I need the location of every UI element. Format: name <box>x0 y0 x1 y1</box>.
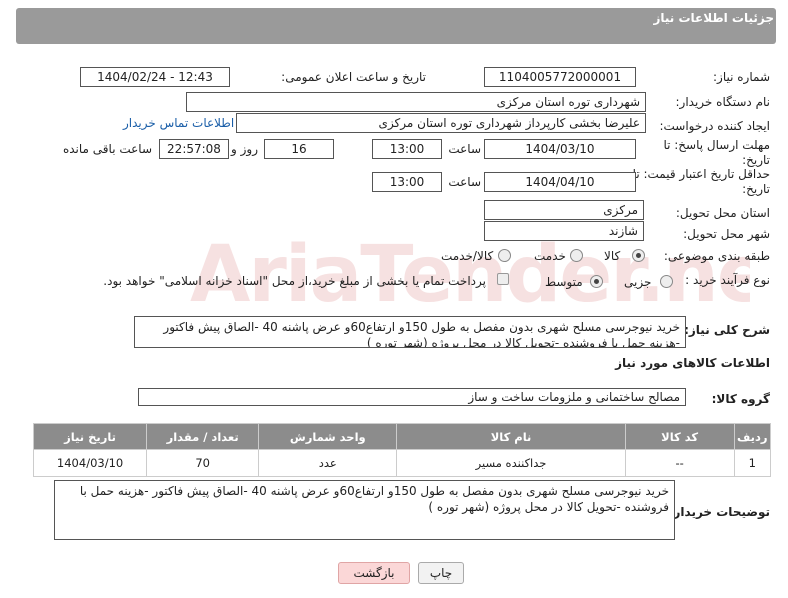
page-title: جزئیات اطلاعات نیاز <box>653 11 774 25</box>
cell-goods-code: -- <box>624 449 735 477</box>
buyer-org-field[interactable]: شهرداری توره استان مرکزی <box>186 92 646 112</box>
print-button[interactable]: چاپ <box>418 562 464 584</box>
goods-group-field[interactable]: مصالح ساختمانی و ملزومات ساخت و ساز <box>138 388 686 406</box>
buyer-org-label: نام دستگاه خریدار: <box>675 95 771 109</box>
city-field[interactable]: شازند <box>484 221 644 241</box>
treasury-payment-note: پرداخت تمام یا بخشی از مبلغ خرید،از محل … <box>103 274 486 288</box>
price-validity-date-field[interactable]: 1404/04/10 <box>484 172 636 192</box>
category-goods-text: کالا <box>604 249 621 263</box>
days-remaining-field[interactable]: 16 <box>264 139 334 159</box>
buyer-notes-label: توضیحات خریدار: <box>668 505 770 519</box>
deadline-label: مهلت ارسال پاسخ: تا تاریخ: <box>663 138 770 167</box>
price-validity-time-label: ساعت <box>448 175 481 189</box>
category-goods-service-radio[interactable] <box>498 249 511 262</box>
province-field[interactable]: مرکزی <box>484 200 644 220</box>
column-header-need-date: تاریخ نیاز <box>32 423 148 450</box>
process-medium-text: متوسط <box>545 275 583 289</box>
goods-section-title: اطلاعات کالاهای مورد نیاز <box>615 356 770 370</box>
price-validity-time-field[interactable]: 13:00 <box>372 172 442 192</box>
treasury-payment-checkbox[interactable] <box>497 273 509 285</box>
process-partial-radio[interactable] <box>660 275 673 288</box>
need-number-field[interactable]: 1104005772000001 <box>484 67 636 87</box>
time-remaining-label: ساعت باقی مانده <box>62 142 152 156</box>
column-header-row-number: ردیف <box>733 423 772 450</box>
description-label: شرح کلی نیاز: <box>684 323 770 337</box>
category-goods-service-text: کالا/خدمت <box>441 249 494 263</box>
need-number-label: شماره نیاز: <box>713 70 770 84</box>
announce-label: تاریخ و ساعت اعلان عمومی: <box>281 70 426 84</box>
cell-need-date: 1404/03/10 <box>32 449 148 477</box>
table-row[interactable]: 1 -- جداکننده مسیر عدد 70 1404/03/10 <box>32 449 772 477</box>
process-partial-text: جزیی <box>624 275 652 289</box>
cell-goods-name: جداکننده مسیر <box>396 449 626 477</box>
column-header-goods-name: نام کالا <box>396 423 626 450</box>
goods-group-label: گروه کالا: <box>711 392 770 406</box>
description-textarea[interactable]: خرید نیوجرسی مسلح شهری بدون مفصل به طول … <box>134 316 686 348</box>
requester-field[interactable]: علیرضا بخشی کارپرداز شهرداری توره استان … <box>236 113 646 133</box>
deadline-time-field[interactable]: 13:00 <box>372 139 442 159</box>
column-header-goods-code: کد کالا <box>624 423 735 450</box>
price-validity-label: حداقل تاریخ اعتبار قیمت: تا تاریخ: <box>632 167 770 196</box>
cell-row-number: 1 <box>733 449 772 477</box>
category-service-radio[interactable] <box>570 249 583 262</box>
buyer-notes-textarea[interactable]: خرید نیوجرسی مسلح شهری بدون مفصل به طول … <box>54 480 675 540</box>
column-header-quantity: تعداد / مقدار <box>146 423 260 450</box>
time-remaining-field[interactable]: 22:57:08 <box>159 139 229 159</box>
requester-label: ایجاد کننده درخواست: <box>659 119 770 133</box>
cell-unit: عدد <box>258 449 398 477</box>
category-service-text: خدمت <box>534 249 566 263</box>
category-goods-radio[interactable] <box>632 249 645 262</box>
process-medium-radio[interactable] <box>590 275 603 288</box>
deadline-time-label: ساعت <box>448 142 481 156</box>
back-button[interactable]: بازگشت <box>338 562 410 584</box>
deadline-date-field[interactable]: 1404/03/10 <box>484 139 636 159</box>
category-label: طبقه بندی موضوعی: <box>663 249 770 263</box>
announce-field[interactable]: 1404/02/24 - 12:43 <box>80 67 230 87</box>
goods-table: ردیف کد کالا نام کالا واحد شمارش تعداد /… <box>32 423 772 477</box>
days-label: روز و <box>231 142 258 156</box>
goods-table-header-row: ردیف کد کالا نام کالا واحد شمارش تعداد /… <box>32 423 772 450</box>
column-header-unit: واحد شمارش <box>258 423 398 450</box>
contact-info-link[interactable]: اطلاعات تماس خریدار <box>123 116 234 130</box>
city-label: شهر محل تحویل: <box>683 227 770 241</box>
cell-quantity: 70 <box>146 449 260 477</box>
process-type-label: نوع فرآیند خرید : <box>685 273 770 287</box>
province-label: استان محل تحویل: <box>675 206 770 220</box>
